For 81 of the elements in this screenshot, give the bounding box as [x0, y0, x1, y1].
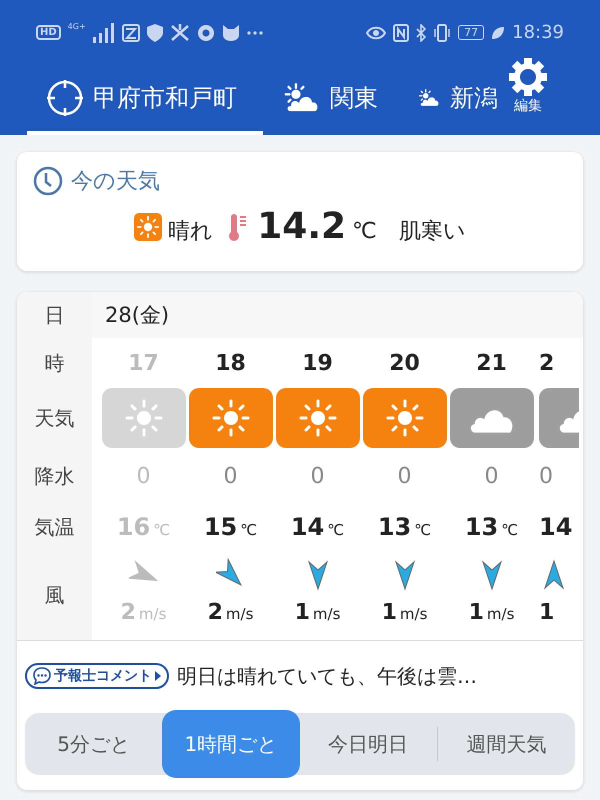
triangle-icon: [155, 671, 161, 681]
wind-speed-unit: m/s: [312, 605, 340, 623]
sun-icon: [298, 398, 338, 438]
row-label: 降水: [34, 463, 74, 490]
wind-speed-value: 1: [382, 600, 397, 625]
precipitation-value: 0: [398, 464, 412, 489]
temperature-unit: ℃: [352, 219, 377, 244]
wind-speed-value: 2: [120, 600, 136, 625]
vibrate-icon: [433, 24, 452, 42]
hour-label: 19: [302, 350, 333, 376]
temperature-unit: ℃: [414, 521, 432, 539]
temperature-value: 16: [116, 513, 150, 541]
edit-button[interactable]: 編集: [508, 57, 548, 135]
location-tab[interactable]: 甲府市和戸町: [27, 65, 263, 135]
sun-icon: [210, 398, 250, 438]
speech-bubble-icon: [33, 667, 51, 685]
condition-text: 晴れ: [168, 218, 214, 246]
app-icon: [170, 24, 190, 42]
eye-icon: [366, 26, 386, 40]
interval-tab[interactable]: 今日明日: [300, 713, 437, 775]
forecaster-comment-button[interactable]: 予報士コメント: [25, 663, 169, 689]
precipitation-value: 0: [136, 464, 150, 489]
browser-icon: [196, 24, 215, 42]
temperature-unit: ℃: [327, 521, 344, 539]
shield-icon: [146, 24, 163, 42]
location-tab[interactable]: 関東: [263, 65, 398, 135]
more-icon: [246, 30, 263, 34]
row-label: 時: [44, 350, 64, 376]
precipitation-value: 0: [484, 464, 498, 489]
row-label: 天気: [34, 404, 74, 432]
sun-icon: [124, 398, 164, 438]
hour-label: 21: [476, 350, 507, 376]
temperature-value: 14: [539, 513, 572, 541]
wind-speed-unit: m/s: [138, 605, 166, 623]
wind-speed-value: 1: [468, 600, 484, 625]
temperature-value: 14: [290, 513, 324, 541]
precipitation-value: 0: [310, 464, 324, 489]
wind-speed-unit: m/s: [400, 605, 428, 623]
nfc-icon: [393, 24, 410, 42]
bluetooth-icon: [416, 24, 426, 42]
temperature-value: 13: [378, 513, 412, 541]
sun-icon: [384, 398, 424, 438]
cat-icon: [222, 24, 240, 40]
hd-badge: HD: [36, 25, 61, 40]
feeling-text: 肌寒い: [398, 218, 466, 246]
hour-label: 18: [215, 350, 246, 376]
wind-speed-value: 1: [294, 600, 310, 625]
gear-icon: [508, 57, 548, 97]
leaf-icon: [491, 26, 506, 40]
row-label: 日: [44, 302, 64, 328]
comment-text: 明日は晴れていても、午後は雲…: [177, 662, 477, 690]
precipitation-value: 0: [539, 464, 553, 489]
date-label: 28(金): [105, 302, 170, 329]
hour-label: 17: [128, 350, 159, 376]
temperature-unit: ℃: [240, 521, 258, 539]
row-label: 風: [44, 582, 64, 608]
temperature-value: 13: [464, 513, 498, 541]
wind-speed-unit: m/s: [486, 605, 514, 623]
battery-indicator: 77: [458, 25, 484, 40]
wind-speed-value: 2: [208, 600, 223, 625]
interval-tab[interactable]: 週間天気: [438, 713, 575, 775]
temperature-unit: ℃: [501, 521, 518, 539]
signal-icon: [92, 22, 115, 42]
wind-speed-value: 1: [539, 600, 554, 625]
app-icon: [122, 24, 140, 42]
hour-label: 2: [539, 350, 554, 376]
wind-speed-unit: m/s: [226, 605, 254, 623]
network-label: 4G+: [68, 22, 86, 31]
interval-tab[interactable]: 1時間ごと: [162, 710, 300, 778]
temperature-value: 15: [204, 513, 238, 541]
clock-icon: [33, 166, 63, 196]
clock-time: 18:39: [512, 22, 564, 43]
row-label: 気温: [34, 514, 74, 541]
precipitation-value: 0: [224, 464, 238, 489]
thermometer-icon: [227, 212, 248, 242]
interval-tab[interactable]: 5分ごと: [25, 713, 162, 775]
hour-label: 20: [389, 350, 420, 376]
temperature-value: 14.2: [257, 206, 346, 247]
temperature-unit: ℃: [153, 521, 170, 539]
crosshair-icon: [47, 80, 83, 116]
section-title: 今の天気: [71, 168, 160, 196]
